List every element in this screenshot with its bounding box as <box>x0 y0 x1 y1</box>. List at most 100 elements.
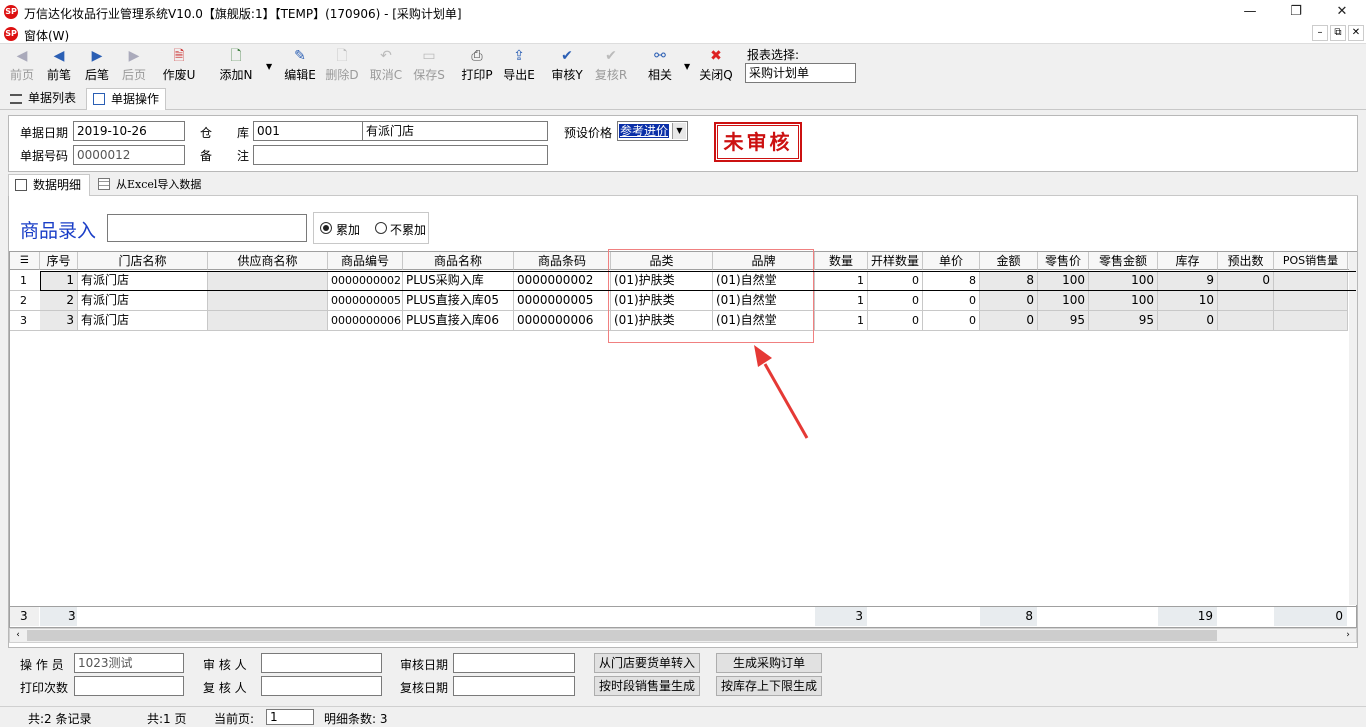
cell-name[interactable]: PLUS直接入库06 <box>403 311 514 331</box>
cell-price[interactable]: 0 <box>923 291 980 311</box>
cell-retail-amount[interactable]: 95 <box>1089 311 1158 331</box>
next-page-button[interactable]: ▶ 后页 <box>118 46 150 86</box>
cell-supplier[interactable] <box>208 311 328 331</box>
number-field[interactable]: 0000012 <box>73 145 185 165</box>
grid-horizontal-scrollbar[interactable]: ‹ › <box>9 628 1357 643</box>
print-button[interactable]: ⎙ 打印P <box>459 46 495 86</box>
cell-qty[interactable]: 1 <box>815 291 868 311</box>
cell-amount[interactable]: 0 <box>980 311 1038 331</box>
prev-record-button[interactable]: ◀ 前笔 <box>42 46 76 86</box>
report-select-input[interactable]: 采购计划单 <box>745 63 856 83</box>
mdi-restore-button[interactable]: ⧉ <box>1330 25 1346 41</box>
table-row[interactable] <box>40 271 1356 291</box>
cell-store[interactable]: 有派门店 <box>78 291 208 311</box>
cell-retail-amount[interactable]: 100 <box>1089 291 1158 311</box>
tab-detail[interactable]: 数据明细 <box>8 174 90 196</box>
prev-page-button[interactable]: ◀ 前页 <box>6 46 38 86</box>
cell-code[interactable]: 0000000006 <box>328 311 403 331</box>
preset-price-select[interactable]: 参考进价 ▼ <box>617 121 688 141</box>
cell-sample-qty[interactable]: 0 <box>868 291 923 311</box>
maximize-button[interactable]: ❐ <box>1276 2 1316 22</box>
cell-qty[interactable]: 1 <box>815 311 868 331</box>
grid-corner-menu-icon[interactable]: ☰ <box>10 252 40 270</box>
cell-supplier[interactable] <box>208 291 328 311</box>
add-button[interactable]: 🗋 添加N <box>216 46 256 86</box>
col-header-barcode[interactable]: 商品条码 <box>514 252 611 270</box>
product-entry-input[interactable] <box>107 214 307 242</box>
menu-window[interactable]: 窗体(W) <box>24 27 69 44</box>
cancel-button[interactable]: ↶ 取消C <box>368 46 404 86</box>
cell-pre-out[interactable] <box>1218 311 1274 331</box>
cell-name[interactable]: PLUS直接入库05 <box>403 291 514 311</box>
cell-retail[interactable]: 95 <box>1038 311 1089 331</box>
col-header-stock[interactable]: 库存 <box>1158 252 1218 270</box>
review-button[interactable]: ✔ 复核R <box>593 46 629 86</box>
col-header-seq[interactable]: 序号 <box>40 252 78 270</box>
tab-doc-list[interactable]: 单据列表 <box>4 88 84 110</box>
generate-po-button[interactable]: 生成采购订单 <box>716 653 822 673</box>
print-count-field[interactable] <box>74 676 184 696</box>
date-field[interactable]: 2019-10-26 <box>73 121 185 141</box>
add-dropdown-chevron-icon[interactable]: ▼ <box>266 62 272 71</box>
cell-retail[interactable]: 100 <box>1038 291 1089 311</box>
grid-vertical-scrollbar[interactable] <box>1349 252 1357 605</box>
cell-pos-sales[interactable] <box>1274 311 1348 331</box>
close-window-button[interactable]: ✕ <box>1322 2 1362 22</box>
close-button[interactable]: ✖ 关闭Q <box>698 46 734 86</box>
col-header-name[interactable]: 商品名称 <box>403 252 514 270</box>
col-header-supplier[interactable]: 供应商名称 <box>208 252 328 270</box>
audit-button[interactable]: ✔ 审核Y <box>549 46 585 86</box>
cell-barcode[interactable]: 0000000005 <box>514 291 611 311</box>
reviewer-field[interactable] <box>261 676 382 696</box>
cell-barcode[interactable]: 0000000006 <box>514 311 611 331</box>
current-page-input[interactable]: 1 <box>266 709 314 725</box>
col-header-amount[interactable]: 金额 <box>980 252 1038 270</box>
cell-stock[interactable]: 10 <box>1158 291 1218 311</box>
related-dropdown-chevron-icon[interactable]: ▼ <box>684 62 690 71</box>
related-button[interactable]: ⚯ 相关 <box>644 46 676 86</box>
scroll-right-icon[interactable]: › <box>1341 629 1355 642</box>
scrollbar-thumb[interactable] <box>27 630 1217 641</box>
col-header-sample-qty[interactable]: 开样数量 <box>868 252 923 270</box>
mdi-close-button[interactable]: ✕ <box>1348 25 1364 41</box>
col-header-store[interactable]: 门店名称 <box>78 252 208 270</box>
col-header-retail-amount[interactable]: 零售金额 <box>1089 252 1158 270</box>
tab-doc-operate[interactable]: 单据操作 <box>86 88 166 110</box>
delete-button[interactable]: 🗋 删除D <box>324 46 360 86</box>
row-header[interactable]: 3 <box>10 311 40 331</box>
warehouse-name-field[interactable]: 有派门店 <box>362 121 548 141</box>
col-header-pre-out[interactable]: 预出数 <box>1218 252 1274 270</box>
col-header-pos-sales[interactable]: POS销售量 <box>1274 252 1348 270</box>
from-store-request-button[interactable]: 从门店要货单转入 <box>594 653 700 673</box>
cell-price[interactable]: 0 <box>923 311 980 331</box>
warehouse-code-field[interactable]: 001 <box>253 121 363 141</box>
cell-seq[interactable]: 2 <box>40 291 78 311</box>
col-header-retail[interactable]: 零售价 <box>1038 252 1089 270</box>
col-header-code[interactable]: 商品编号 <box>328 252 403 270</box>
cell-pre-out[interactable] <box>1218 291 1274 311</box>
no-accumulate-radio[interactable] <box>375 222 387 234</box>
cell-seq[interactable]: 3 <box>40 311 78 331</box>
audit-date-field[interactable] <box>453 653 575 673</box>
mdi-minimize-button[interactable]: – <box>1312 25 1328 41</box>
remark-field[interactable] <box>253 145 548 165</box>
export-button[interactable]: ⇪ 导出E <box>501 46 537 86</box>
col-header-qty[interactable]: 数量 <box>815 252 868 270</box>
minimize-button[interactable]: — <box>1230 2 1270 22</box>
cell-pos-sales[interactable] <box>1274 291 1348 311</box>
cell-sample-qty[interactable]: 0 <box>868 311 923 331</box>
save-button[interactable]: ▭ 保存S <box>411 46 447 86</box>
generate-by-stock-limits-button[interactable]: 按库存上下限生成 <box>716 676 822 696</box>
cell-code[interactable]: 0000000005 <box>328 291 403 311</box>
tab-excel-import[interactable]: 从Excel导入数据 <box>92 174 214 196</box>
operator-field[interactable]: 1023测试 <box>74 653 184 673</box>
generate-by-sales-button[interactable]: 按时段销售量生成 <box>594 676 700 696</box>
void-button[interactable]: 🗎 作废U <box>160 46 198 86</box>
col-header-price[interactable]: 单价 <box>923 252 980 270</box>
next-record-button[interactable]: ▶ 后笔 <box>80 46 114 86</box>
cell-amount[interactable]: 0 <box>980 291 1038 311</box>
auditor-field[interactable] <box>261 653 382 673</box>
review-date-field[interactable] <box>453 676 575 696</box>
scroll-left-icon[interactable]: ‹ <box>11 629 25 642</box>
cell-store[interactable]: 有派门店 <box>78 311 208 331</box>
